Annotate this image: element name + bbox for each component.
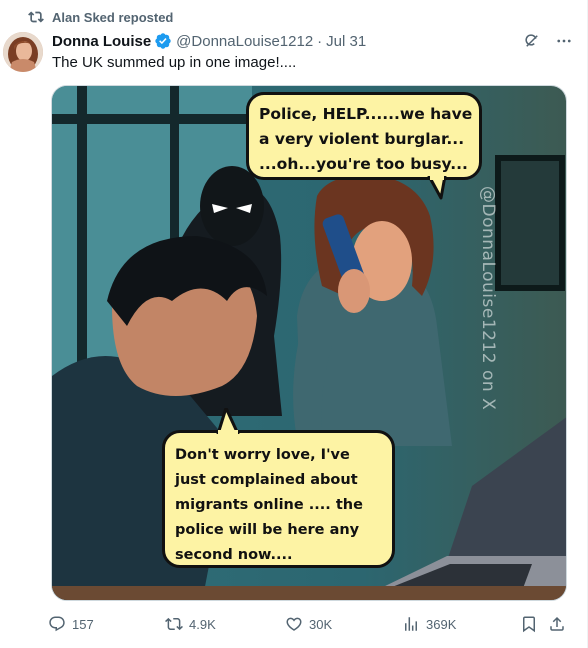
bubble-line: ...oh...you're too busy... bbox=[259, 155, 468, 173]
avatar-image bbox=[3, 32, 43, 72]
tweet-actions: 157 4.9K 30K 369K bbox=[48, 612, 568, 636]
verified-badge-icon[interactable] bbox=[154, 32, 172, 50]
reply-count: 157 bbox=[72, 616, 94, 632]
bubble-line: migrants online .... the bbox=[175, 497, 363, 513]
share-button[interactable] bbox=[548, 612, 566, 636]
tweet-header: Donna Louise @DonnaLouise1212 · Jul 31 bbox=[52, 31, 573, 51]
speech-bubble-top: Police, HELP......we have a very violent… bbox=[246, 92, 482, 180]
tweet-text: The UK summed up in one image!.... bbox=[52, 54, 297, 71]
author-name[interactable]: Donna Louise bbox=[52, 33, 151, 50]
speech-bubble-bottom: Don't worry love, I've just complained a… bbox=[162, 430, 395, 568]
bubble-line: second now.... bbox=[175, 547, 293, 563]
watermark: @DonnaLouise1212 on X bbox=[478, 186, 498, 411]
like-count: 30K bbox=[309, 616, 333, 632]
repost-icon bbox=[28, 11, 44, 23]
bubble-line: Police, HELP......we have bbox=[259, 105, 473, 123]
tweet-image[interactable]: @DonnaLouise1212 on X Police, HELP......… bbox=[51, 85, 567, 601]
reply-button[interactable]: 157 bbox=[48, 612, 94, 636]
grok-icon[interactable] bbox=[523, 32, 541, 50]
author-handle[interactable]: @DonnaLouise1212 bbox=[176, 33, 313, 50]
bubble-line: Don't worry love, I've bbox=[175, 447, 350, 463]
bookmark-button[interactable] bbox=[520, 612, 538, 636]
repost-context[interactable]: Alan Sked reposted bbox=[28, 8, 173, 26]
bubble-line: a very violent burglar... bbox=[259, 130, 465, 148]
repost-label: Alan Sked reposted bbox=[52, 9, 174, 25]
bookmark-icon bbox=[523, 616, 535, 633]
repost-count: 4.9K bbox=[189, 616, 216, 632]
views-count: 369K bbox=[426, 616, 457, 632]
share-icon bbox=[550, 616, 564, 631]
views-icon bbox=[405, 617, 417, 631]
bubble-tail-top bbox=[427, 176, 447, 200]
more-icon[interactable] bbox=[555, 32, 573, 50]
bubble-line: just complained about bbox=[175, 472, 358, 488]
retweet-icon bbox=[165, 617, 183, 631]
like-icon bbox=[286, 617, 302, 631]
bubble-line: police will be here any bbox=[175, 522, 360, 538]
tweet-date[interactable]: Jul 31 bbox=[326, 33, 366, 50]
views-button[interactable]: 369K bbox=[402, 612, 456, 636]
bubble-tail-bottom bbox=[216, 408, 240, 434]
header-separator: · bbox=[317, 32, 323, 50]
avatar[interactable] bbox=[3, 32, 43, 72]
like-button[interactable]: 30K bbox=[285, 612, 332, 636]
reply-icon bbox=[49, 616, 65, 632]
tweet-card[interactable]: Alan Sked reposted Donna Louise @DonnaLo… bbox=[0, 0, 588, 648]
repost-button[interactable]: 4.9K bbox=[165, 612, 216, 636]
